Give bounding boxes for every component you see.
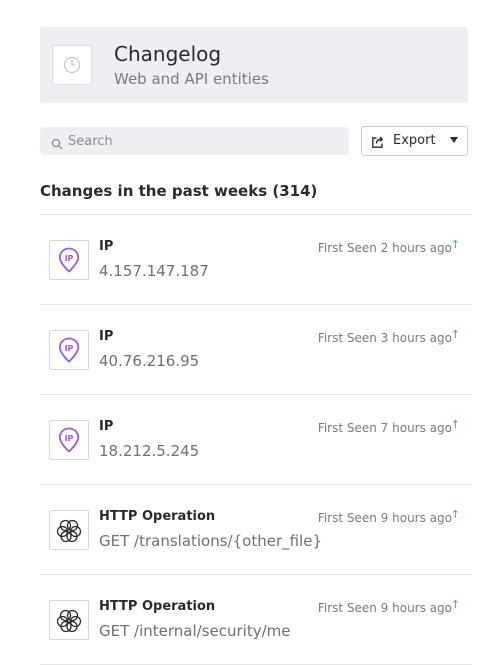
entity-type: IP <box>99 419 114 434</box>
clock-icon <box>52 45 92 85</box>
entity-value: GET /internal/security/me <box>99 622 291 640</box>
list-item[interactable]: IP IP 18.212.5.245 First Seen 7 hours ag… <box>40 395 472 485</box>
svg-text:IP: IP <box>65 344 74 353</box>
http-operation-icon <box>49 510 89 550</box>
list-item[interactable]: HTTP Operation GET /internal/security/me… <box>40 575 472 665</box>
entity-type: HTTP Operation <box>99 599 216 614</box>
page-subtitle: Web and API entities <box>114 70 269 88</box>
export-label: Export <box>393 133 436 148</box>
change-list: IP IP 4.157.147.187 First Seen 2 hours a… <box>40 214 472 665</box>
entity-type: IP <box>99 329 114 344</box>
entity-value: 18.212.5.245 <box>99 442 200 460</box>
search-input[interactable] <box>68 127 338 155</box>
trend-up-icon: ↑ <box>450 328 460 341</box>
search-box[interactable] <box>40 127 349 155</box>
list-item[interactable]: IP IP 4.157.147.187 First Seen 2 hours a… <box>40 215 472 305</box>
entity-value: 40.76.216.95 <box>99 352 200 370</box>
page-title: Changelog <box>114 42 222 66</box>
first-seen-text: First Seen 7 hours ago <box>317 421 452 435</box>
export-button[interactable]: Export <box>361 126 468 156</box>
svg-text:IP: IP <box>65 434 74 443</box>
entity-type: IP <box>99 239 114 254</box>
search-icon <box>51 135 63 150</box>
chevron-down-icon <box>450 137 458 143</box>
entity-value: 4.157.147.187 <box>99 262 209 280</box>
ip-location-pin-icon: IP <box>49 240 89 280</box>
first-seen-text: First Seen 9 hours ago <box>317 511 452 525</box>
changelog-header: Changelog Web and API entities <box>40 27 468 103</box>
section-heading: Changes in the past weeks (314) <box>40 182 318 200</box>
ip-location-pin-icon: IP <box>49 420 89 460</box>
first-seen-text: First Seen 9 hours ago <box>317 601 452 615</box>
list-item[interactable]: IP IP 40.76.216.95 First Seen 3 hours ag… <box>40 305 472 395</box>
first-seen-text: First Seen 2 hours ago <box>317 241 452 255</box>
entity-type: HTTP Operation <box>99 509 216 524</box>
share-icon <box>371 134 385 148</box>
trend-up-icon: ↑ <box>450 418 460 431</box>
trend-up-icon: ↑ <box>450 508 460 521</box>
svg-text:IP: IP <box>65 254 74 263</box>
entity-value: GET /translations/{other_file} <box>99 532 323 550</box>
trend-up-icon: ↑ <box>450 238 460 251</box>
first-seen-text: First Seen 3 hours ago <box>317 331 452 345</box>
list-item[interactable]: HTTP Operation GET /translations/{other_… <box>40 485 472 575</box>
ip-location-pin-icon: IP <box>49 330 89 370</box>
trend-up-icon: ↑ <box>450 598 460 611</box>
http-operation-icon <box>49 600 89 640</box>
